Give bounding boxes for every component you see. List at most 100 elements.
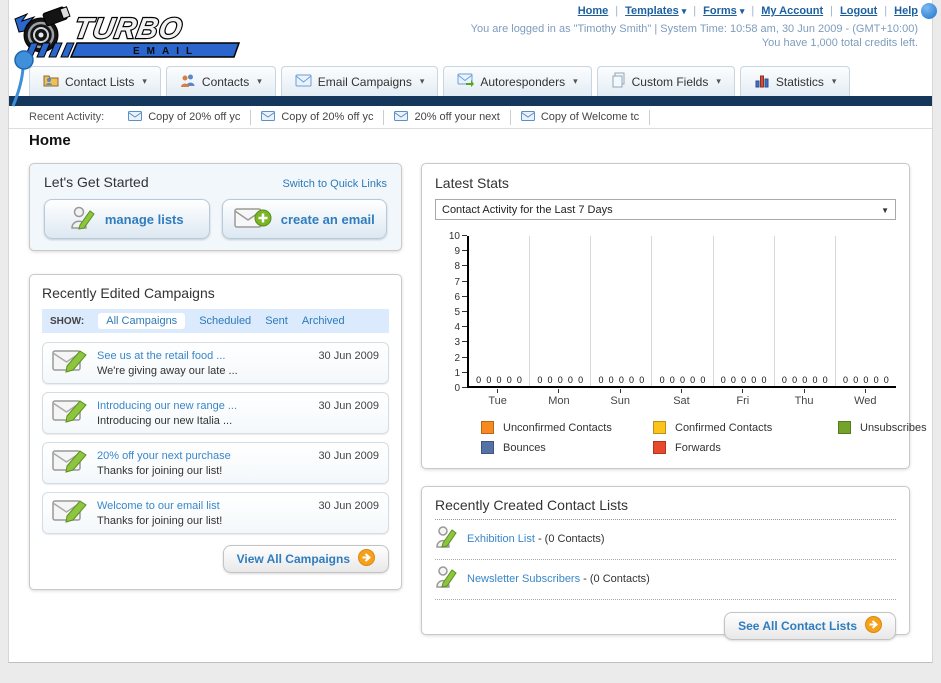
campaign-date: 30 Jun 2009	[318, 450, 379, 462]
value-label: 0	[822, 375, 828, 385]
value-label: 0	[730, 375, 736, 385]
filter-scheduled[interactable]: Scheduled	[199, 315, 251, 327]
view-all-campaigns-button[interactable]: View All Campaigns	[222, 545, 389, 573]
value-label: 0	[516, 375, 522, 385]
contact-list-link[interactable]: Newsletter Subscribers	[467, 573, 580, 585]
tab-label: Contacts	[201, 74, 250, 89]
value-label: 0	[792, 375, 798, 385]
y-tick-mark	[462, 326, 467, 328]
campaign-title-link[interactable]: 20% off your next purchase	[97, 449, 309, 463]
x-axis-cell: Sat	[651, 389, 712, 407]
recent-activity-item-label: Copy of Welcome tc	[540, 111, 640, 123]
recent-activity-item[interactable]: Copy of 20% off yc	[251, 109, 385, 125]
filter-archived[interactable]: Archived	[302, 315, 345, 327]
contact-list-item: Newsletter Subscribers - (0 Contacts)	[435, 560, 896, 600]
recent-activity-item[interactable]: 20% off your next	[384, 109, 511, 125]
value-label: 0	[720, 375, 726, 385]
x-tick-mark	[864, 389, 866, 393]
tab-statistics[interactable]: Statistics ▾	[739, 66, 851, 96]
see-all-contact-lists-button[interactable]: See All Contact Lists	[724, 612, 896, 640]
value-label: 0	[547, 375, 553, 385]
value-label: 0	[486, 375, 492, 385]
tab-contacts[interactable]: Contacts ▾	[165, 66, 276, 96]
main-nav-tabs: Contact Lists ▾ Contacts ▾ Email Campaig…	[29, 66, 851, 96]
arrow-circle-icon	[865, 616, 882, 636]
value-label: 0	[802, 375, 808, 385]
y-tick-label: 10	[448, 231, 460, 242]
nav-link-templates[interactable]: Templates	[625, 5, 679, 17]
value-label: 0	[690, 375, 696, 385]
recent-activity-item-label: Copy of 20% off yc	[148, 111, 241, 123]
chart-x-axis: Tue Mon Sun Sat Fri Thu Wed	[467, 389, 896, 407]
campaign-date: 30 Jun 2009	[318, 350, 379, 362]
envelope-pencil-icon	[52, 447, 88, 479]
contact-list-detail: - (0 Contacts)	[583, 573, 650, 585]
manage-lists-button[interactable]: manage lists	[44, 199, 210, 239]
value-labels-row: 00000	[777, 375, 833, 385]
envelope-icon	[128, 110, 143, 124]
nav-link-help[interactable]: Help	[894, 5, 918, 17]
value-labels-row: 00000	[471, 375, 527, 385]
switch-quick-links[interactable]: Switch to Quick Links	[282, 178, 387, 190]
nav-link-my-account[interactable]: My Account	[761, 5, 823, 17]
tab-custom-fields[interactable]: Custom Fields ▾	[596, 66, 735, 96]
x-tick-mark	[803, 389, 805, 393]
logo-text-turbo: TURBO	[72, 13, 186, 45]
filter-sent[interactable]: Sent	[265, 315, 288, 327]
y-tick-label: 1	[454, 367, 460, 379]
value-label: 0	[812, 375, 818, 385]
chevron-down-icon: ▾	[142, 76, 147, 86]
y-tick-label: 0	[454, 383, 460, 394]
chevron-down-icon: ▾	[831, 76, 837, 86]
value-label: 0	[506, 375, 512, 385]
nav-link-logout[interactable]: Logout	[840, 5, 877, 17]
legend-label: Unconfirmed Contacts	[503, 421, 612, 434]
divider	[877, 5, 894, 17]
x-tick-label: Thu	[794, 395, 814, 407]
chevron-down-icon	[881, 204, 889, 216]
view-all-campaigns-label: View All Campaigns	[236, 552, 350, 566]
create-email-button[interactable]: create an email	[221, 199, 387, 239]
value-label: 0	[781, 375, 787, 385]
value-label: 0	[557, 375, 563, 385]
tab-contact-lists[interactable]: Contact Lists ▾	[29, 66, 161, 96]
get-started-title: Let's Get Started	[44, 174, 149, 190]
recent-activity-item[interactable]: Copy of 20% off yc	[118, 109, 252, 125]
nav-link-forms[interactable]: Forms	[703, 5, 737, 17]
x-tick-label: Tue	[488, 395, 507, 407]
envelope-pencil-icon	[52, 497, 88, 529]
tab-autoresponders[interactable]: Autoresponders ▾	[443, 66, 592, 96]
campaign-title-link[interactable]: Introducing our new range ...	[97, 399, 309, 413]
campaign-row: Welcome to our email list Thanks for joi…	[42, 492, 389, 534]
campaign-title-link[interactable]: See us at the retail food ...	[97, 349, 309, 363]
chevron-down-icon: ▾	[257, 76, 262, 86]
legend-item: Unsubscribes	[838, 421, 927, 434]
stats-period-select[interactable]: Contact Activity for the Last 7 Days	[435, 199, 896, 220]
y-tick-mark	[462, 250, 467, 252]
envelope-icon	[520, 110, 535, 124]
nav-link-home[interactable]: Home	[578, 5, 609, 17]
recent-activity-item[interactable]: Copy of Welcome tc	[511, 109, 651, 125]
help-bubble-icon[interactable]	[921, 3, 937, 19]
chart-category-group: 00000	[712, 236, 774, 386]
contact-lists-title: Recently Created Contact Lists	[435, 497, 896, 520]
x-tick-mark	[680, 389, 682, 393]
legend-swatch	[481, 421, 494, 434]
manage-lists-label: manage lists	[104, 211, 184, 227]
contact-list-link[interactable]: Exhibition List	[467, 533, 535, 545]
divider	[686, 5, 703, 17]
x-axis-cell: Thu	[773, 389, 834, 407]
campaign-date: 30 Jun 2009	[318, 400, 379, 412]
decoration-pin-icon	[11, 50, 37, 113]
y-tick-label: 5	[454, 307, 460, 318]
value-label: 0	[700, 375, 706, 385]
stats-period-value: Contact Activity for the Last 7 Days	[442, 203, 613, 216]
value-label: 0	[598, 375, 604, 385]
value-label: 0	[863, 375, 869, 385]
tab-email-campaigns[interactable]: Email Campaigns ▾	[280, 66, 439, 96]
campaign-title-link[interactable]: Welcome to our email list	[97, 499, 309, 513]
value-label: 0	[618, 375, 624, 385]
campaign-subtitle: Thanks for joining our list!	[97, 514, 223, 527]
y-tick-mark	[462, 356, 467, 358]
filter-all-campaigns[interactable]: All Campaigns	[98, 313, 186, 329]
